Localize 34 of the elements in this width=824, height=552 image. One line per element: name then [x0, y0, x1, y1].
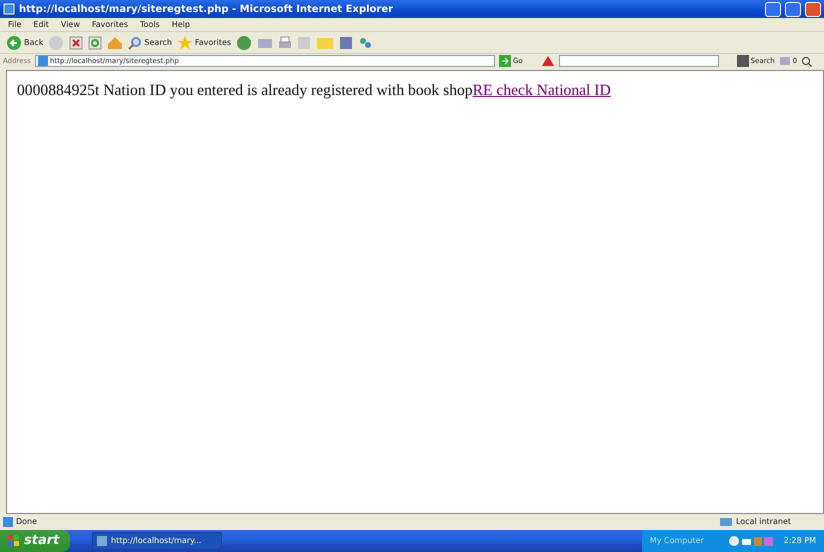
maximize-button[interactable] [785, 2, 801, 16]
browser-icon [3, 3, 15, 15]
go-arrow-icon [498, 55, 511, 67]
zone-text: Local intranet [736, 516, 791, 528]
minimize-button[interactable] [765, 2, 781, 16]
star-icon [176, 34, 193, 50]
menu-item[interactable]: Favorites [92, 18, 128, 30]
search-icon[interactable] [801, 56, 812, 66]
windows-logo [8, 535, 20, 547]
status-text: Done [16, 516, 38, 528]
menu-item[interactable]: Tools [140, 18, 160, 30]
tray-label: My Computer [650, 535, 704, 547]
menu-item[interactable]: View [60, 18, 80, 30]
search-field[interactable] [558, 55, 719, 67]
browser-icon [97, 536, 107, 546]
tray-icons-drawing [728, 535, 774, 547]
menu-item[interactable]: Help [172, 18, 190, 30]
print-icon[interactable] [278, 36, 292, 50]
taskbar-button[interactable]: http://localhost/mary... [92, 532, 222, 550]
search-button[interactable]: Search [128, 36, 172, 50]
close-button[interactable] [805, 2, 821, 16]
stop-icon[interactable] [69, 36, 84, 50]
search-icon [128, 36, 142, 50]
menu-item[interactable]: File [8, 18, 22, 30]
refresh-icon[interactable] [88, 36, 102, 50]
favorites-button[interactable]: Favorites [176, 34, 232, 50]
home-icon[interactable] [107, 36, 124, 50]
clock: 2:28 PM [784, 535, 816, 547]
menu-item[interactable]: Edit [33, 18, 49, 30]
window-title: http://localhost/mary/siteregtest.php - Microsoft Internet Explorer [19, 2, 394, 16]
start-button[interactable]: start [0, 530, 70, 552]
error-message: 0000884925t Nation ID you entered is already registered with book shop [17, 82, 473, 99]
recheck-link[interactable]: RE check National ID [472, 82, 611, 99]
back-button[interactable]: Back [6, 34, 44, 50]
